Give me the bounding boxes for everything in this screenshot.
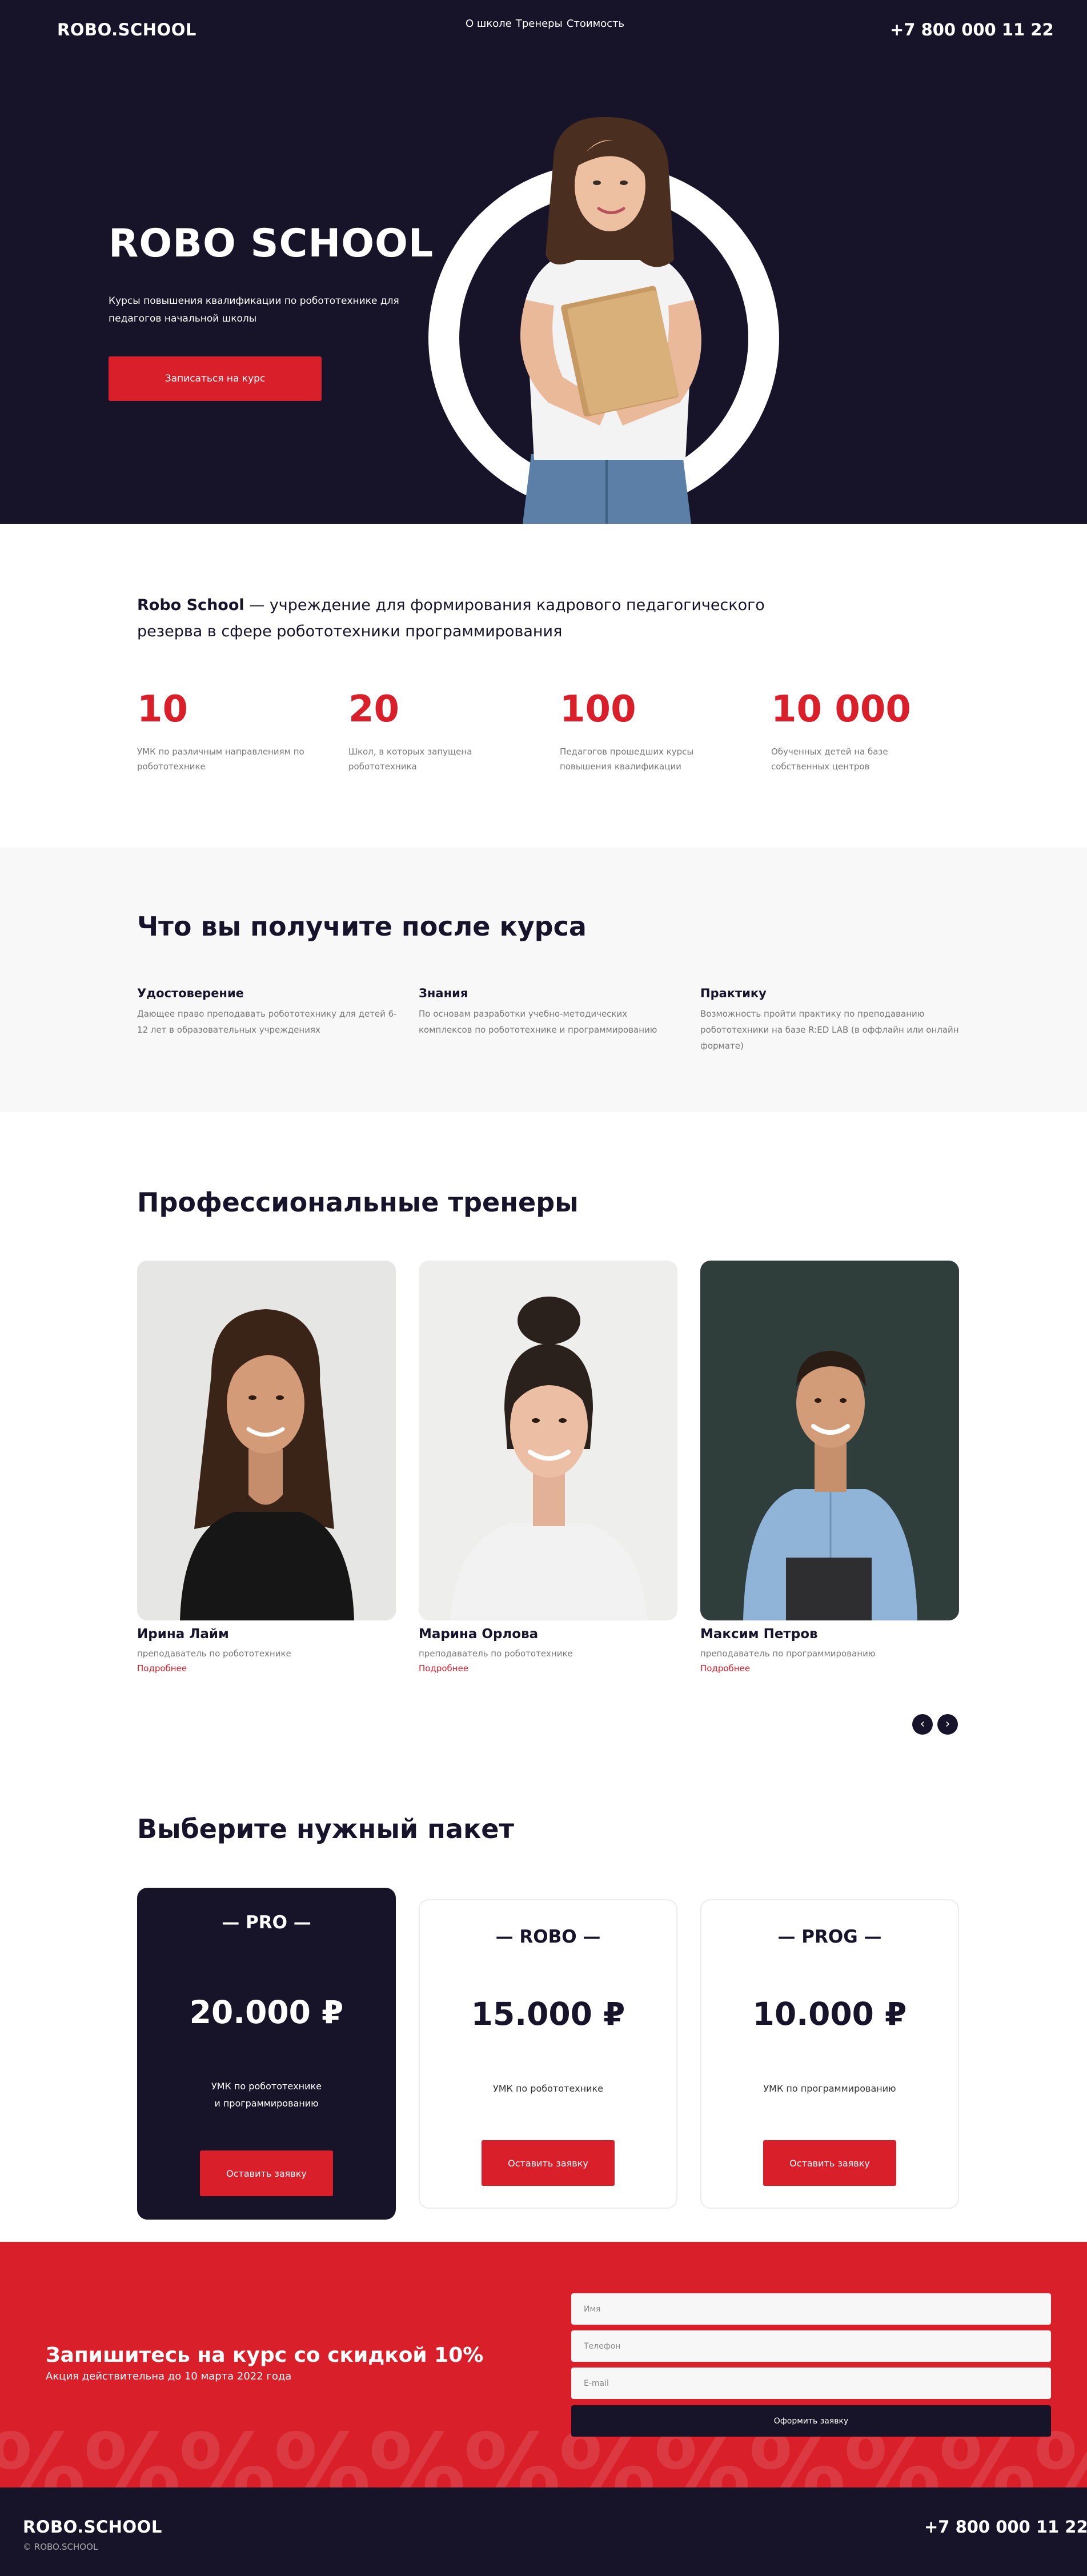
hero-section: ROBO.SCHOOL О школе Тренеры Стоимость +7…	[0, 0, 1087, 524]
trainer-role: преподаватель по робототехнике	[419, 1648, 573, 1659]
carousel-prev-arrow-icon[interactable]: ‹	[912, 1714, 933, 1735]
nav-item-pricing[interactable]: Стоимость	[567, 18, 624, 30]
nav-item-trainers[interactable]: Тренеры	[516, 18, 563, 30]
benefit-title: Практику	[700, 986, 767, 1000]
footer-copyright: © ROBO.SCHOOL	[23, 2542, 98, 2552]
intro-brand: Robo School	[137, 596, 244, 614]
trainer-photo[interactable]	[137, 1261, 396, 1620]
hero-woman-photo	[520, 117, 701, 524]
stat-number: 20	[348, 688, 400, 731]
package-order-button[interactable]: Оставить заявку	[200, 2150, 333, 2196]
name-input[interactable]	[571, 2293, 1051, 2325]
stat-number: 100	[560, 688, 636, 731]
hero-subtitle: Курсы повышения квалификации по робототе…	[109, 295, 399, 324]
stat-number: 10	[137, 688, 188, 731]
benefit-title: Удостоверение	[137, 986, 244, 1000]
footer: ROBO.SCHOOL © ROBO.SCHOOL +7 800 000 11 …	[0, 2487, 1087, 2576]
package-price: 10.000 ₽	[752, 1996, 907, 2032]
package-card-pro: — PRO — 20.000 ₽ УМК по робототехнике и …	[137, 1888, 396, 2220]
stat-number: 10 000	[771, 688, 911, 731]
header-phone[interactable]: +7 800 000 11 22	[890, 20, 1054, 39]
package-description: УМК по робототехнике	[211, 2081, 322, 2092]
stat-label: Обученных детей на базе собственных цент…	[771, 747, 888, 772]
submit-order-button[interactable]: Оформить заявку	[571, 2405, 1051, 2437]
trainer-more-link[interactable]: Подробнее	[700, 1663, 750, 1674]
trainer-role: преподаватель по программированию	[700, 1648, 876, 1659]
package-price: 15.000 ₽	[471, 1996, 625, 2032]
package-price: 20.000 ₽	[189, 1994, 344, 2031]
benefits-section	[0, 848, 1087, 1112]
package-name: — ROBO —	[495, 1927, 601, 1947]
trainer-photo[interactable]	[700, 1261, 959, 1620]
package-order-button[interactable]: Оставить заявку	[763, 2140, 896, 2186]
package-card-prog: — PROG — 10.000 ₽ УМК по программировани…	[700, 1899, 959, 2209]
trainer-role: преподаватель по робототехнике	[137, 1648, 291, 1659]
stat-label: УМК по различным направлениям по роботот…	[137, 747, 304, 772]
carousel-next-arrow-icon[interactable]: ›	[937, 1714, 958, 1735]
trainer-name: Марина Орлова	[419, 1627, 539, 1642]
packages-title: Выберите нужный пакет	[137, 1813, 515, 1844]
trainer-name: Максим Петров	[700, 1627, 818, 1642]
nav-item-about[interactable]: О школе	[466, 18, 512, 30]
enroll-button[interactable]: Записаться на курс	[109, 356, 322, 401]
promo-title: Запишитесь на курс со скидкой 10%	[46, 2344, 484, 2367]
promo-section: %%%%%%%%%%%%%%%%%%%% Запишитесь на курс …	[0, 2242, 1087, 2487]
benefits-title: Что вы получите после курса	[137, 911, 587, 942]
stat-label: Педагогов прошедших курсы повышения квал…	[560, 747, 694, 772]
trainers-title: Профессиональные тренеры	[137, 1187, 579, 1218]
trainer-name: Ирина Лайм	[137, 1627, 229, 1642]
intro-text: Robo School — учреждение для формировани…	[137, 592, 765, 645]
footer-phone[interactable]: +7 800 000 11 22	[924, 2517, 1087, 2537]
package-name: — PROG —	[777, 1927, 882, 1947]
benefit-title: Знания	[419, 986, 468, 1000]
header-logo[interactable]: ROBO.SCHOOL	[57, 20, 196, 39]
main-nav: О школе Тренеры Стоимость	[466, 18, 624, 30]
package-name: — PRO —	[222, 1912, 311, 1933]
package-description: УМК по программированию	[763, 2083, 896, 2094]
phone-input[interactable]	[571, 2330, 1051, 2362]
trainer-more-link[interactable]: Подробнее	[137, 1663, 187, 1674]
benefit-text: По основам разработки учебно-методически…	[419, 1009, 657, 1035]
promo-subtitle: Акция действительна до 10 марта 2022 год…	[46, 2370, 292, 2382]
stat-label: Школ, в которых запущена робототехника	[348, 747, 472, 772]
package-order-button[interactable]: Оставить заявку	[482, 2140, 615, 2186]
email-input[interactable]	[571, 2368, 1051, 2399]
package-card-robo: — ROBO — 15.000 ₽ УМК по робототехнике О…	[419, 1899, 677, 2209]
trainer-photo[interactable]	[419, 1261, 677, 1620]
benefit-text: Возможность пройти практику по преподава…	[700, 1009, 959, 1051]
package-description: УМК по робототехнике	[492, 2083, 604, 2094]
trainer-more-link[interactable]: Подробнее	[419, 1663, 468, 1674]
package-description: и программированию	[214, 2098, 319, 2109]
footer-logo[interactable]: ROBO.SCHOOL	[23, 2517, 162, 2537]
benefit-text: Дающее право преподавать робототехнику д…	[137, 1009, 397, 1035]
hero-title: ROBO SCHOOL	[109, 221, 434, 266]
